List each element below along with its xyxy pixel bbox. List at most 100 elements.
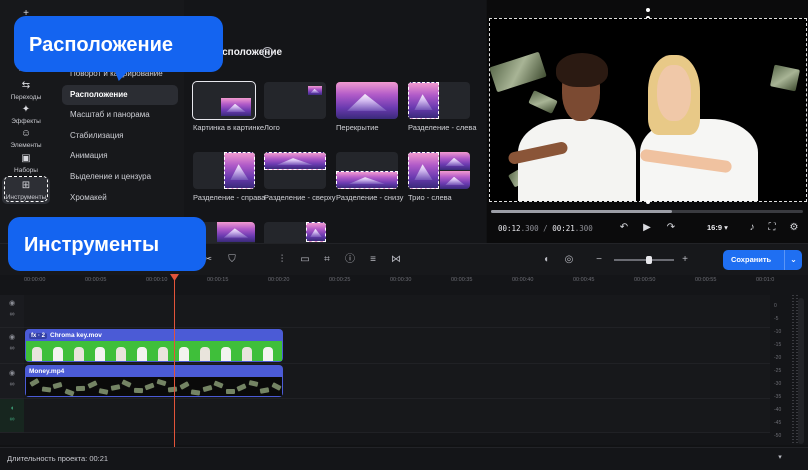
crop-icon[interactable]: ⌗ (320, 253, 334, 267)
transform-handle[interactable] (646, 200, 650, 204)
speaker-icon[interactable]: ◖ (539, 253, 553, 267)
clip-thumbnails (26, 341, 282, 361)
track-lane-audio[interactable] (24, 399, 770, 433)
meter-label: -10 (774, 329, 782, 335)
help-icon[interactable]: ? (262, 47, 273, 58)
layout-tile-split-right[interactable] (193, 152, 255, 189)
settings-icon[interactable]: ⚙ (787, 222, 801, 233)
shield-icon[interactable]: ⛉ (225, 253, 239, 267)
zoom-slider-handle[interactable] (646, 256, 653, 264)
chevron-down-icon[interactable]: ▾ (773, 453, 787, 465)
thumbnail-bill (248, 380, 258, 387)
undo-icon[interactable]: ↶ (617, 222, 631, 233)
thumbnail-bill (155, 378, 167, 387)
transitions-icon: ⇆ (21, 80, 31, 91)
thumbnail-figure (53, 347, 63, 361)
layout-tile-logo[interactable] (264, 82, 326, 119)
eye-icon[interactable]: ◉ (0, 298, 24, 309)
link-icon[interactable]: ∞ (0, 343, 24, 354)
submenu-item-placement[interactable]: Расположение (62, 85, 178, 105)
adjust-icon[interactable]: ≡ (366, 253, 380, 267)
timeline-clip-chroma-key[interactable]: fx · 2 Chroma key.mov (25, 329, 283, 362)
link-icon[interactable]: ∞ (0, 414, 24, 425)
layout-tile[interactable] (264, 222, 326, 243)
ruler-tick: 00:00:25 (329, 277, 351, 283)
play-icon[interactable]: ▶ (640, 222, 654, 233)
zoom-slider[interactable] (614, 256, 674, 264)
playhead[interactable] (174, 275, 175, 447)
tile-label: Перекрытие (336, 123, 379, 132)
transform-handle[interactable] (646, 8, 650, 12)
ruler-tick: 00:00:35 (451, 277, 473, 283)
submenu-item-blur-censor[interactable]: Выделение и цензура (62, 167, 178, 187)
meter-label: -30 (774, 381, 782, 387)
layout-tile-split-top[interactable] (264, 152, 326, 189)
link-icon[interactable]: ∞ (0, 379, 24, 390)
layout-tile-split-bottom[interactable] (336, 152, 398, 189)
meter-bar (792, 295, 794, 445)
thumbnail (221, 98, 251, 116)
tile-label: Картинка в картинке (193, 123, 265, 132)
sidebar-item-kits[interactable]: ▣ Наборы (2, 153, 50, 174)
tile-label: Лого (264, 123, 280, 132)
eye-icon[interactable]: ◉ (0, 368, 24, 379)
layout-tile-split-left[interactable] (408, 82, 470, 119)
layout-tile-trio-left[interactable] (408, 152, 470, 189)
zoom-out-icon[interactable]: − (592, 253, 606, 267)
tile-label: Разделение - сверху (264, 193, 336, 202)
ruler-tick: 00:01:0 (756, 277, 775, 283)
save-button[interactable]: Сохранить ⌄ (723, 250, 802, 270)
meter-label: -35 (774, 394, 782, 400)
vertical-scrollbar[interactable] (798, 298, 804, 444)
aspect-ratio-select[interactable]: 16:9 ▾ (707, 223, 728, 232)
money-bill (490, 51, 547, 93)
thumbnail (308, 86, 322, 95)
audio-wave-icon[interactable]: ⫶ (275, 253, 289, 267)
sidebar-item-effects[interactable]: ✦ Эффекты (2, 104, 50, 125)
submenu-item-chroma-key[interactable]: Хромакей (62, 188, 178, 208)
thumbnail-bill (86, 380, 98, 389)
sidebar-item-transitions[interactable]: ⇆ Переходы (2, 80, 50, 101)
video-canvas[interactable] (489, 18, 807, 202)
meter-label: -50 (774, 433, 782, 439)
redo-icon[interactable]: ↷ (664, 222, 678, 233)
ruler-tick: 00:00:40 (512, 277, 534, 283)
timecode: 00:12.300 / 00:21.300 (498, 224, 593, 233)
eye-icon[interactable]: ◉ (0, 332, 24, 343)
thumbnail-bill (178, 381, 190, 390)
speaker-icon[interactable]: ◖ (0, 403, 24, 414)
sidebar-item-label: Наборы (14, 167, 38, 174)
track-header: ◉ ∞ (0, 328, 24, 364)
person-hair (556, 53, 608, 87)
thumbnail-bill (63, 388, 75, 397)
link-icon[interactable]: ∞ (0, 309, 24, 320)
submenu-item-stabilization[interactable]: Стабилизация (62, 126, 178, 146)
thumbnail (224, 152, 255, 189)
ruler-tick: 00:00:55 (695, 277, 717, 283)
submenu-item-animation[interactable]: Анимация (62, 146, 178, 166)
meter-label: -25 (774, 368, 782, 374)
track-lane[interactable] (24, 295, 770, 328)
layout-tile-picture-in-picture[interactable] (192, 81, 256, 120)
elements-icon: ☺ (20, 128, 32, 139)
timeline-ruler[interactable]: 00:00:00 00:00:05 00:00:10 00:00:15 00:00:20… (0, 275, 808, 295)
sidebar-item-elements[interactable]: ☺ Элементы (2, 128, 50, 149)
sidebar-item-label: Переходы (10, 94, 42, 101)
thumbnail-figure (242, 347, 252, 361)
submenu-item-zoom-pan[interactable]: Масштаб и панорама (62, 105, 178, 125)
info-icon[interactable]: ⓘ (343, 253, 357, 267)
record-icon[interactable]: ◎ (562, 253, 576, 267)
transition-icon[interactable]: ⋈ (389, 253, 403, 267)
thumbnail-bill (98, 388, 109, 395)
effects-icon: ✦ (21, 104, 31, 115)
volume-icon[interactable]: ♪ (745, 222, 759, 233)
fullscreen-icon[interactable]: ⛶ (765, 222, 779, 233)
timeline-clip-money[interactable]: Money.mp4 (25, 365, 283, 397)
layout-tile-overlay[interactable] (336, 82, 398, 119)
chevron-down-icon[interactable]: ⌄ (784, 250, 802, 270)
thumbnail-figure (200, 347, 210, 361)
preview-scrubber[interactable] (491, 210, 803, 213)
caption-icon[interactable]: ▭ (298, 253, 312, 267)
zoom-in-icon[interactable]: + (678, 253, 692, 267)
clip-name: Chroma key.mov (50, 332, 102, 339)
